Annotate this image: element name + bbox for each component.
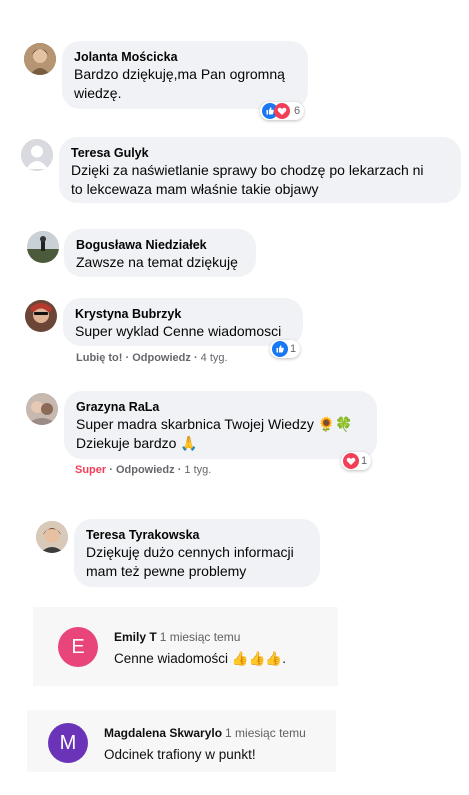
comment-author[interactable]: Grazyna RaLa bbox=[76, 399, 365, 415]
comment-author[interactable]: Teresa Gulyk bbox=[71, 145, 449, 161]
reaction-summary[interactable]: 6 bbox=[260, 102, 305, 120]
avatar[interactable] bbox=[25, 300, 57, 332]
comment-time[interactable]: 1 miesiąc temu bbox=[225, 726, 306, 740]
reaction-count: 1 bbox=[290, 343, 297, 355]
comment-author[interactable]: Bogusława Niedziałek bbox=[76, 237, 244, 253]
comment-actions: Super · Odpowiedz · 1 tyg. bbox=[75, 464, 212, 476]
avatar[interactable] bbox=[36, 521, 68, 553]
love-icon bbox=[274, 103, 290, 119]
comment-author[interactable]: Magdalena Skwarylo bbox=[104, 726, 222, 740]
comment-time[interactable]: 1 miesiąc temu bbox=[160, 630, 241, 644]
avatar-letter: M bbox=[59, 731, 77, 754]
avatar[interactable] bbox=[24, 43, 56, 75]
comment-text: wiedzę. bbox=[74, 85, 122, 101]
comment-time[interactable]: 1 tyg. bbox=[184, 464, 211, 476]
comment-time[interactable]: 4 tyg. bbox=[201, 352, 228, 364]
comment-text: Zawsze na temat dziękuję bbox=[76, 254, 238, 270]
comment-text: Odcinek trafiony w punkt! bbox=[104, 747, 256, 762]
comment-bubble: Teresa Gulyk Dzięki za naświetlanie spra… bbox=[59, 137, 461, 203]
comment-text: Dziekuje bardzo 🙏 bbox=[76, 435, 198, 451]
like-action[interactable]: Super bbox=[75, 464, 106, 476]
comment-author[interactable]: Emily T bbox=[114, 630, 157, 644]
avatar-letter: E bbox=[71, 635, 85, 658]
comment-text: Cenne wiadomości 👍👍👍. bbox=[114, 651, 286, 666]
avatar[interactable]: M bbox=[48, 723, 88, 763]
comment-text: to lekcewaza mam właśnie takie objawy bbox=[71, 181, 319, 197]
reaction-count: 6 bbox=[294, 105, 301, 117]
reaction-count: 1 bbox=[361, 455, 368, 467]
avatar[interactable] bbox=[26, 393, 58, 425]
avatar[interactable] bbox=[21, 139, 53, 171]
comment-header: Magdalena Skwarylo 1 miesiąc temu bbox=[104, 724, 306, 742]
reaction-summary[interactable]: 1 bbox=[341, 452, 372, 470]
comment-text: Dziękuję dużo cennych informacji bbox=[86, 544, 294, 560]
comment-author[interactable]: Teresa Tyrakowska bbox=[86, 527, 308, 543]
comment-text: Dzięki za naświetlanie sprawy bo chodzę … bbox=[71, 162, 424, 178]
reply-action[interactable]: Odpowiedz bbox=[132, 352, 191, 364]
reply-action[interactable]: Odpowiedz bbox=[116, 464, 175, 476]
comment-header: Emily T1 miesiąc temu bbox=[114, 628, 240, 646]
avatar[interactable]: E bbox=[58, 627, 98, 667]
comment-text: Bardzo dziękuję,ma Pan ogromną bbox=[74, 66, 285, 82]
comment-bubble: Jolanta Mościcka Bardzo dziękuję,ma Pan … bbox=[62, 41, 308, 109]
comment-panel: M Magdalena Skwarylo 1 miesiąc temu Odcin… bbox=[27, 710, 336, 772]
like-action[interactable]: Lubię to! bbox=[76, 352, 122, 364]
comment-author[interactable]: Jolanta Mościcka bbox=[74, 49, 296, 65]
comment-bubble: Bogusława Niedziałek Zawsze na temat dzi… bbox=[64, 229, 256, 277]
comment-text: mam też pewne problemy bbox=[86, 563, 247, 579]
like-icon bbox=[272, 341, 288, 357]
comment-bubble: Krystyna Bubrzyk Super wyklad Cenne wiad… bbox=[63, 298, 303, 346]
comment-panel: E Emily T1 miesiąc temu Cenne wiadomości… bbox=[33, 607, 338, 686]
avatar[interactable] bbox=[27, 231, 59, 263]
reaction-summary[interactable]: 1 bbox=[270, 340, 301, 358]
comment-text: Super wyklad Cenne wiadomosci bbox=[75, 323, 282, 339]
comment-author[interactable]: Krystyna Bubrzyk bbox=[75, 306, 291, 322]
comment-bubble: Teresa Tyrakowska Dziękuję dużo cennych … bbox=[74, 519, 320, 587]
comment-text: Super madra skarbnica Twojej Wiedzy 🌻🍀 bbox=[76, 416, 353, 432]
comment-actions: Lubię to! · Odpowiedz · 4 tyg. bbox=[76, 352, 228, 364]
comment-bubble: Grazyna RaLa Super madra skarbnica Twoje… bbox=[64, 391, 377, 459]
love-icon bbox=[343, 453, 359, 469]
